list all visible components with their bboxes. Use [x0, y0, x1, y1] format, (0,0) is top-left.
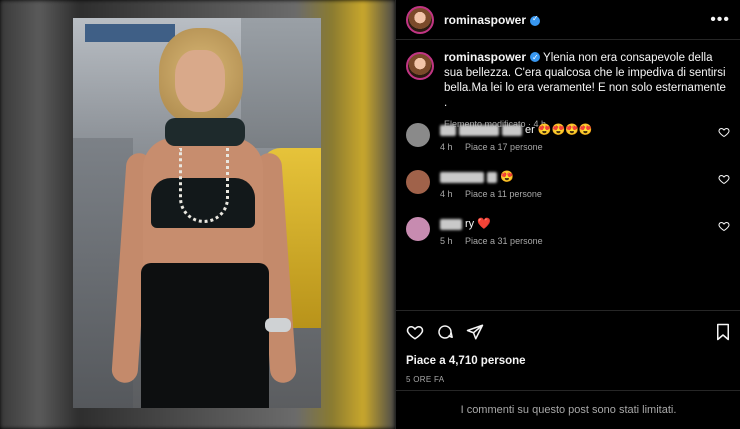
comment-body: 😍 4 h Piace a 11 persone — [440, 169, 552, 216]
comment-item: ry ❤️ 5 h Piace a 31 persone — [406, 216, 730, 263]
post-media[interactable] — [0, 0, 395, 429]
post-photo — [73, 18, 321, 408]
scarf — [165, 118, 245, 146]
more-options-icon[interactable]: ••• — [710, 11, 730, 29]
redacted-text — [440, 171, 484, 183]
comment-meta: 4 h Piace a 11 persone — [440, 189, 552, 199]
share-paper-plane-icon[interactable] — [466, 323, 484, 341]
comment-item: 😍 4 h Piace a 11 persone — [406, 169, 730, 216]
comment-text: ry ❤️ — [440, 216, 553, 232]
bracelet — [265, 318, 291, 332]
caption-avatar[interactable] — [406, 52, 434, 80]
comments-limited-notice: I commenti su questo post sono stati lim… — [396, 390, 740, 429]
action-icons-row — [406, 321, 731, 343]
commenter-avatar[interactable] — [406, 123, 430, 147]
verified-badge-icon — [530, 14, 541, 26]
redacted-text — [440, 218, 462, 230]
comment-visible-text: ry ❤️ — [465, 218, 491, 230]
like-heart-icon[interactable] — [406, 323, 424, 341]
black-skirt — [141, 263, 269, 408]
comment-body: ry ❤️ 5 h Piace a 31 persone — [440, 216, 553, 263]
face — [175, 50, 225, 112]
comment-time: 4 h — [440, 189, 453, 199]
redacted-text — [459, 124, 499, 136]
comment-item: er 😍😍😍😍 4 h Piace a 17 persone — [406, 122, 730, 169]
comment-meta: 4 h Piace a 17 persone — [440, 142, 593, 152]
comment-likes[interactable]: Piace a 11 persone — [465, 189, 542, 199]
like-comment-heart-icon[interactable] — [718, 126, 730, 138]
author-username[interactable]: rominaspower — [444, 13, 526, 27]
comment-body: er 😍😍😍😍 4 h Piace a 17 persone — [440, 122, 593, 169]
comments-list: er 😍😍😍😍 4 h Piace a 17 persone 😍 4 h Pia… — [396, 122, 740, 263]
comment-bubble-icon[interactable] — [436, 323, 454, 341]
redacted-text — [440, 124, 456, 136]
redacted-text — [487, 171, 497, 183]
comment-likes[interactable]: Piace a 17 persone — [465, 142, 543, 152]
like-comment-heart-icon[interactable] — [718, 220, 730, 232]
save-bookmark-icon[interactable] — [715, 323, 731, 341]
commenter-avatar[interactable] — [406, 170, 430, 194]
comment-meta: 5 h Piace a 31 persone — [440, 236, 553, 246]
post-time: 5 ORE FA — [406, 375, 445, 384]
caption-body: rominaspower Ylenia non era consapevole … — [444, 50, 730, 129]
comment-visible-text: 😍 — [500, 171, 514, 183]
comment-text: 😍 — [440, 169, 552, 185]
comment-text: er 😍😍😍😍 — [440, 122, 593, 138]
post-caption: rominaspower Ylenia non era consapevole … — [396, 40, 740, 129]
necklace — [179, 148, 229, 223]
post-header: rominaspower ••• — [396, 0, 740, 40]
post-side-panel: rominaspower ••• rominaspower Ylenia non… — [395, 0, 740, 429]
like-comment-heart-icon[interactable] — [718, 173, 730, 185]
woman-figure — [111, 28, 297, 408]
comment-time: 5 h — [440, 236, 453, 246]
comment-time: 4 h — [440, 142, 453, 152]
likes-count[interactable]: Piace a 4,710 persone — [406, 355, 731, 367]
redacted-text — [502, 124, 522, 136]
comment-visible-text: er 😍😍😍😍 — [525, 124, 593, 136]
comment-likes[interactable]: Piace a 31 persone — [465, 236, 543, 246]
author-avatar[interactable] — [406, 5, 434, 34]
commenter-avatar[interactable] — [406, 217, 430, 241]
caption-username[interactable]: rominaspower — [444, 50, 526, 64]
verified-badge-icon — [530, 50, 541, 65]
post-actions: Piace a 4,710 persone 5 ORE FA — [396, 310, 740, 394]
